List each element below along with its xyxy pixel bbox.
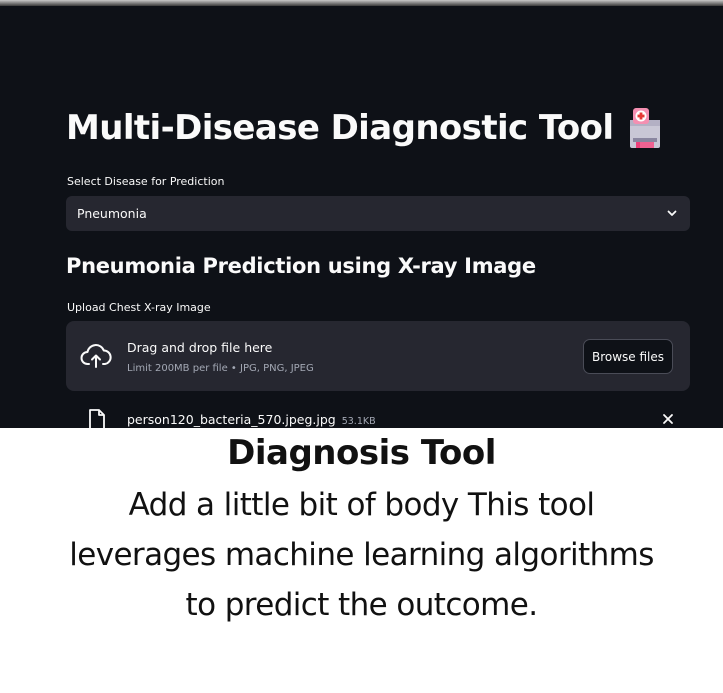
close-icon[interactable] — [662, 413, 674, 425]
browse-files-button[interactable]: Browse files — [583, 339, 673, 374]
caption-body: Add a little bit of body This tool lever… — [69, 487, 654, 623]
select-disease-label: Select Disease for Prediction — [67, 175, 225, 188]
drop-title: Drag and drop file here — [127, 340, 273, 355]
hospital-icon — [630, 108, 661, 148]
disease-select-value: Pneumonia — [77, 206, 147, 221]
file-size: 53.1KB — [341, 416, 376, 427]
drop-limit: Limit 200MB per file • JPG, PNG, JPEG — [127, 363, 314, 374]
window-top-edge — [0, 0, 723, 6]
cloud-upload-icon — [80, 344, 112, 368]
disease-select[interactable]: Pneumonia — [66, 196, 690, 231]
app-screenshot: Multi-Disease Diagnostic Tool Select Dis… — [0, 0, 723, 428]
caption-block: Diagnosis Tool Add a little bit of body … — [0, 428, 723, 630]
file-name-text: person120_bacteria_570.jpeg.jpg — [127, 412, 336, 427]
file-dropzone[interactable]: Drag and drop file here Limit 200MB per … — [66, 321, 690, 391]
file-name: person120_bacteria_570.jpeg.jpg 53.1KB — [127, 412, 376, 427]
page: Multi-Disease Diagnostic Tool Select Dis… — [0, 0, 723, 693]
upload-label: Upload Chest X-ray Image — [67, 301, 211, 314]
prediction-heading: Pneumonia Prediction using X-ray Image — [66, 254, 536, 278]
page-title: Multi-Disease Diagnostic Tool — [66, 108, 614, 148]
file-icon — [89, 409, 105, 428]
caption-heading: Diagnosis Tool — [227, 433, 496, 473]
chevron-down-icon[interactable] — [666, 207, 678, 219]
title-row: Multi-Disease Diagnostic Tool — [66, 108, 663, 148]
uploaded-file-row: person120_bacteria_570.jpeg.jpg 53.1KB — [66, 403, 690, 428]
